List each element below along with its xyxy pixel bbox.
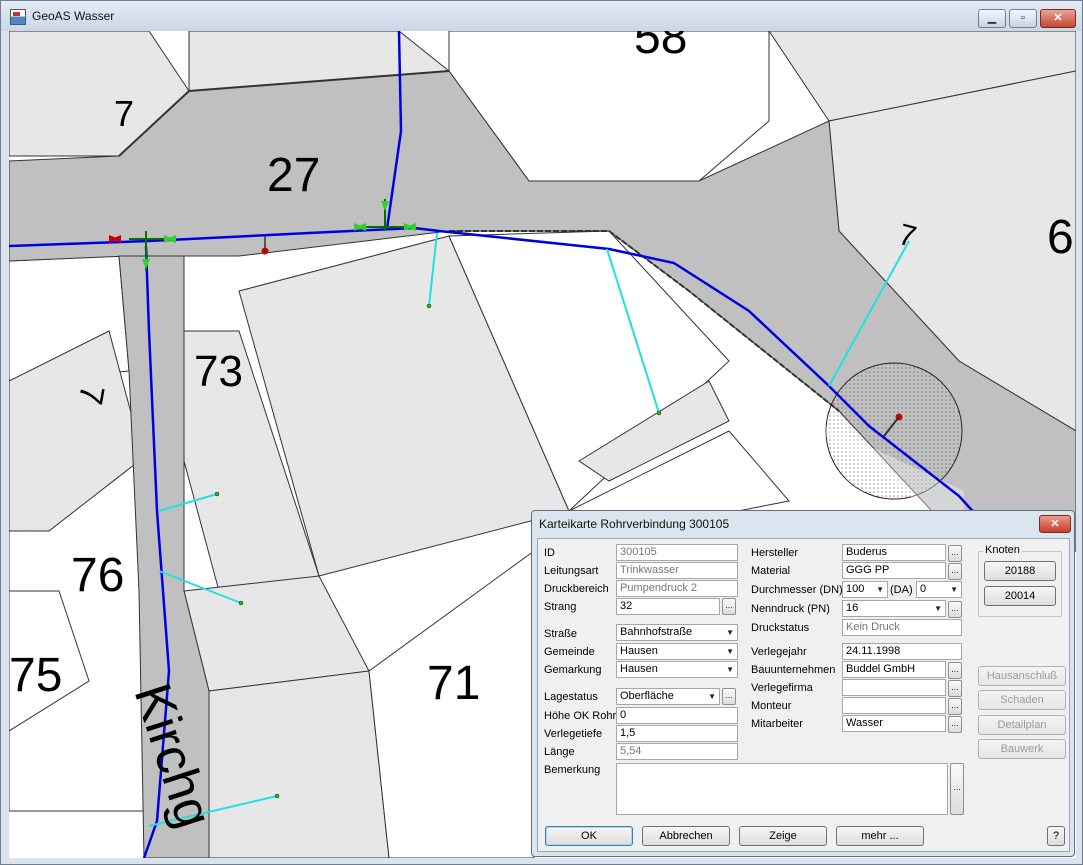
strang-browse-button[interactable]: ...: [722, 598, 736, 615]
minimize-button[interactable]: ▁: [978, 9, 1006, 28]
dialog-body: ID 300105 Leitungsart Trinkwasser Druckb…: [537, 538, 1070, 852]
druckbereich-label: Druckbereich: [544, 583, 609, 595]
close-button[interactable]: ✕: [1040, 9, 1076, 28]
parcel-number: 71: [427, 657, 480, 710]
hersteller-field[interactable]: Buderus: [842, 544, 946, 561]
da-select[interactable]: 0: [916, 581, 962, 598]
mitarbeiter-browse-button[interactable]: ...: [948, 716, 962, 733]
verlegefirma-field[interactable]: [842, 679, 946, 696]
bauunternehmen-browse-button[interactable]: ...: [948, 662, 962, 679]
bemerkung-textarea[interactable]: [616, 763, 948, 815]
parcel-number: 7: [114, 93, 134, 134]
material-browse-button[interactable]: ...: [948, 563, 962, 580]
parcel-number: 75: [9, 649, 62, 702]
hausanschluss-button[interactable]: Hausanschluß: [978, 666, 1066, 686]
title-bar: GeoAS Wasser ▁ ▫ ✕: [1, 1, 1082, 31]
mitarbeiter-label: Mitarbeiter: [751, 718, 803, 730]
lagestatus-label: Lagestatus: [544, 691, 598, 703]
mehr-button[interactable]: mehr ...: [836, 826, 924, 846]
durchmesser-select[interactable]: 100: [842, 581, 888, 598]
leitungsart-label: Leitungsart: [544, 565, 599, 577]
material-field[interactable]: GGG PP: [842, 562, 946, 579]
bemerkung-browse-button[interactable]: ...: [950, 763, 964, 815]
strang-label: Strang: [544, 601, 577, 613]
nenndruck-select[interactable]: 16: [842, 600, 946, 617]
material-label: Material: [751, 565, 791, 577]
id-label: ID: [544, 547, 555, 559]
monteur-browse-button[interactable]: ...: [948, 698, 962, 715]
knoten-label: Knoten: [983, 544, 1022, 556]
monteur-label: Monteur: [751, 700, 792, 712]
verlegejahr-field[interactable]: 24.11.1998: [842, 643, 962, 660]
bauunternehmen-field[interactable]: Buddel GmbH: [842, 661, 946, 678]
parcel-number: 6: [1047, 211, 1074, 264]
parcel-number: 76: [71, 549, 124, 602]
bauunternehmen-label: Bauunternehmen: [751, 664, 836, 676]
verlegetiefe-field[interactable]: 1,5: [616, 725, 738, 742]
pipe-record-dialog: Karteikarte Rohrverbindung 300105 ✕ ID 3…: [531, 510, 1075, 857]
window-title: GeoAS Wasser: [32, 9, 115, 23]
ok-button[interactable]: OK: [545, 826, 633, 846]
hoehe-label: Höhe OK Rohr: [544, 710, 617, 722]
gemarkung-label: Gemarkung: [544, 664, 602, 676]
detailplan-button[interactable]: Detailplan: [978, 715, 1066, 735]
bemerkung-label: Bemerkung: [544, 764, 601, 776]
zeige-button[interactable]: Zeige: [739, 826, 827, 846]
laenge-label: Länge: [544, 746, 575, 758]
bauwerk-button[interactable]: Bauwerk: [978, 739, 1066, 759]
gemarkung-select[interactable]: Hausen: [616, 661, 738, 678]
knoten-node-button[interactable]: 20188: [984, 561, 1056, 581]
dialog-close-button[interactable]: ✕: [1039, 515, 1071, 533]
durchmesser-label: Durchmesser (DN): [751, 584, 843, 596]
verlegetiefe-label: Verlegetiefe: [544, 728, 603, 740]
lagestatus-select[interactable]: Oberfläche: [616, 688, 720, 705]
hoehe-field[interactable]: 0: [616, 707, 738, 724]
schaden-button[interactable]: Schaden: [978, 690, 1066, 710]
strasse-select[interactable]: Bahnhofstraße: [616, 624, 738, 641]
dialog-title-bar: Karteikarte Rohrverbindung 300105 ✕: [532, 511, 1074, 537]
monteur-field[interactable]: [842, 697, 946, 714]
verlegejahr-label: Verlegejahr: [751, 646, 807, 658]
gemeinde-label: Gemeinde: [544, 646, 595, 658]
laenge-field: 5,54: [616, 743, 738, 760]
help-button[interactable]: ?: [1047, 826, 1065, 846]
hersteller-label: Hersteller: [751, 547, 799, 559]
id-field: 300105: [616, 544, 738, 561]
strang-field[interactable]: 32: [616, 598, 720, 615]
hersteller-browse-button[interactable]: ...: [948, 545, 962, 562]
nenndruck-browse-button[interactable]: ...: [948, 601, 962, 618]
knoten-node-button[interactable]: 20014: [984, 586, 1056, 606]
mitarbeiter-field[interactable]: Wasser: [842, 715, 946, 732]
lagestatus-browse-button[interactable]: ...: [722, 688, 736, 705]
parcel-number: 58: [634, 31, 687, 64]
druckstatus-field: Kein Druck: [842, 619, 962, 636]
parcel-number: 73: [194, 347, 243, 396]
nenndruck-label: Nenndruck (PN): [751, 603, 830, 615]
parcel-number: 27: [267, 149, 320, 202]
strasse-label: Straße: [544, 628, 578, 640]
leitungsart-field: Trinkwasser: [616, 562, 738, 579]
dialog-title: Karteikarte Rohrverbindung 300105: [539, 517, 730, 531]
verlegefirma-browse-button[interactable]: ...: [948, 680, 962, 697]
app-icon: [10, 9, 26, 25]
da-label: (DA): [890, 584, 913, 596]
maximize-button[interactable]: ▫: [1009, 9, 1037, 28]
druckbereich-field: Pumpendruck 2: [616, 580, 738, 597]
gemeinde-select[interactable]: Hausen: [616, 643, 738, 660]
druckstatus-label: Druckstatus: [751, 622, 810, 634]
verlegefirma-label: Verlegefirma: [751, 682, 813, 694]
abbrechen-button[interactable]: Abbrechen: [642, 826, 730, 846]
